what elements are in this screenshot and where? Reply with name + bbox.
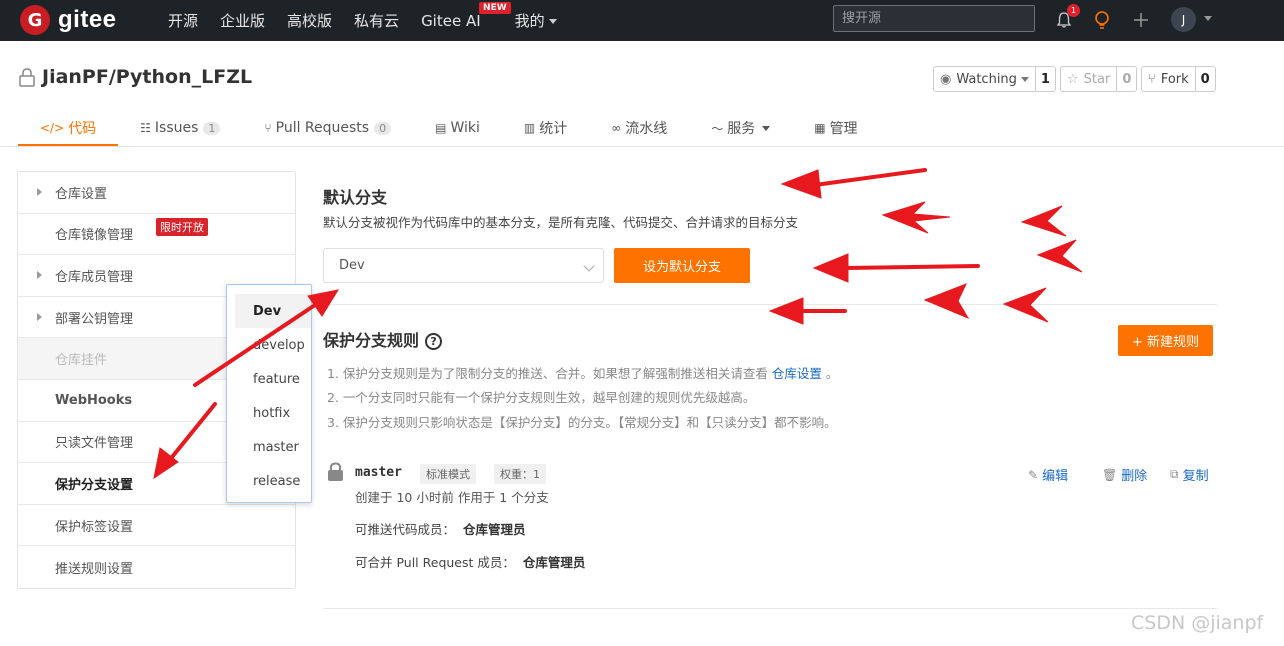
eye-icon: ◉ — [940, 71, 952, 87]
sidebar-item-protected-tags[interactable]: 保护标签设置 — [18, 505, 295, 547]
rule-merge-members: 可合并 Pull Request 成员： 仓库管理员 — [355, 555, 586, 570]
issues-count: 1 — [203, 121, 221, 135]
avatar-chevron-down-icon[interactable] — [1204, 16, 1212, 21]
logo-text: gitee — [58, 6, 117, 33]
top-navbar: G gitee 开源 企业版 高校版 私有云 Gitee AI NEW 我的 搜开… — [0, 0, 1284, 41]
rule-lock-icon — [328, 462, 343, 481]
tab-services[interactable]: 〜服务 — [689, 110, 792, 146]
watermark: CSDN @jianpf — [1131, 612, 1264, 634]
rule-branch-name[interactable]: master — [355, 465, 402, 480]
rule-weight-chip: 权重：1 — [494, 464, 546, 484]
nav-private-cloud[interactable]: 私有云 — [354, 10, 399, 31]
nav-enterprise[interactable]: 企业版 — [220, 10, 265, 31]
repo-title: JianPF/Python_LFZL — [18, 66, 252, 88]
note-1: 1. 保护分支规则是为了限制分支的推送、合并。如果想了解强制推送相关请查看 仓库… — [327, 366, 839, 381]
edit-icon: ✎ — [1028, 467, 1039, 482]
caret-right-icon — [37, 312, 42, 321]
set-default-branch-button[interactable]: 设为默认分支 — [614, 248, 750, 283]
star-button[interactable]: ☆ Star 0 — [1060, 66, 1138, 92]
tab-code[interactable]: </> 代码 — [18, 110, 119, 146]
branch-option-develop[interactable]: develop — [227, 328, 311, 362]
issues-icon: ☷ — [140, 121, 151, 135]
caret-right-icon — [37, 271, 42, 280]
branch-option-master[interactable]: master — [227, 430, 311, 464]
sidebar-item-mirror[interactable]: 仓库镜像管理 限时开放 — [18, 214, 295, 256]
nav-mine[interactable]: 我的 — [515, 10, 557, 31]
pulse-icon: 〜 — [711, 121, 724, 136]
chevron-down-icon — [762, 125, 771, 131]
repo-settings-link[interactable]: 仓库设置 — [772, 366, 822, 381]
nav-gitee-ai[interactable]: Gitee AI NEW — [421, 1, 511, 30]
note-2: 2. 一个分支同时只能有一个保护分支规则生效，越早创建的规则优先级越高。 — [327, 390, 756, 405]
edit-rule-button[interactable]: ✎ 编辑 — [1028, 465, 1068, 485]
lightbulb-icon[interactable] — [1090, 8, 1114, 32]
stats-icon: ▥ — [523, 121, 536, 135]
note-3: 3. 保护分支规则只影响状态是【保护分支】的分支。【常规分支】和【只读分支】都不… — [327, 415, 837, 430]
code-icon: </> — [40, 121, 65, 135]
avatar[interactable]: J — [1171, 7, 1196, 32]
gitee-logo[interactable]: G gitee — [20, 5, 117, 35]
protect-rules-title: 保护分支规则? — [323, 327, 443, 351]
new-rule-button[interactable]: + 新建规则 — [1118, 325, 1213, 356]
pr-count: 0 — [374, 121, 392, 135]
repo-name[interactable]: JianPF/Python_LFZL — [42, 66, 252, 88]
chevron-down-icon — [583, 260, 595, 272]
branch-option-hotfix[interactable]: hotfix — [227, 396, 311, 430]
notification-count: 1 — [1067, 4, 1080, 17]
sidebar-item-push-rules[interactable]: 推送规则设置 — [18, 546, 295, 588]
chevron-down-icon — [1020, 76, 1029, 82]
tab-pipeline[interactable]: ∞ 流水线 — [589, 110, 689, 146]
help-icon[interactable]: ? — [425, 333, 443, 350]
plus-icon[interactable] — [1129, 8, 1153, 32]
copy-rule-button[interactable]: ⧉ 复制 — [1170, 465, 1209, 484]
section-divider — [323, 304, 1217, 305]
copy-icon: ⧉ — [1170, 467, 1179, 481]
tab-issues[interactable]: ☷ Issues 1 — [118, 110, 242, 146]
lock-icon — [19, 68, 35, 87]
branch-option-dev[interactable]: Dev — [235, 294, 311, 328]
sidebar-item-repo-settings[interactable]: 仓库设置 — [18, 172, 295, 214]
wiki-icon: ▤ — [435, 121, 447, 135]
star-icon: ☆ — [1067, 71, 1079, 87]
tab-pull-requests[interactable]: ⑂ Pull Requests 0 — [242, 110, 413, 146]
bell-icon[interactable]: 1 — [1052, 4, 1080, 32]
watching-count[interactable]: 1 — [1034, 67, 1055, 91]
new-badge: NEW — [479, 1, 511, 14]
branch-option-feature[interactable]: feature — [227, 362, 311, 396]
tab-wiki[interactable]: ▤ Wiki — [413, 110, 502, 146]
nav-university[interactable]: 高校版 — [287, 10, 332, 31]
tabs-divider — [0, 146, 1284, 147]
fork-button[interactable]: ⑂ Fork 0 — [1141, 66, 1216, 92]
branch-option-release[interactable]: release — [227, 464, 311, 498]
manage-icon: ▦ — [814, 121, 826, 135]
logo-icon: G — [20, 5, 50, 35]
branch-select[interactable]: Dev — [323, 248, 604, 283]
tab-stats[interactable]: ▥ 统计 — [502, 110, 589, 146]
limited-badge: 限时开放 — [156, 217, 208, 236]
trash-icon: 🗑 — [1102, 467, 1118, 482]
nav-open-source[interactable]: 开源 — [168, 10, 198, 31]
rule-meta: 创建于 10 小时前 作用于 1 个分支 — [355, 490, 549, 505]
search-input[interactable]: 搜开源 — [833, 5, 1035, 32]
rule-mode-chip: 标准模式 — [420, 464, 476, 484]
branch-dropdown: Dev develop feature hotfix master releas… — [226, 284, 312, 503]
pull-request-icon: ⑂ — [264, 121, 272, 135]
bottom-divider — [323, 608, 1217, 609]
rule-push-members: 可推送代码成员： 仓库管理员 — [355, 522, 526, 537]
star-count[interactable]: 0 — [1116, 67, 1136, 91]
fork-icon: ⑂ — [1148, 71, 1156, 87]
default-branch-desc: 默认分支被视作为代码库中的基本分支，是所有克隆、代码提交、合并请求的目标分支 — [323, 215, 799, 230]
watching-button[interactable]: ◉ Watching 1 — [933, 66, 1056, 92]
chevron-down-icon — [548, 19, 557, 24]
repo-tabs: </> 代码 ☷ Issues 1 ⑂ Pull Requests 0 ▤ Wiki ▥ 统计… — [18, 110, 1266, 146]
delete-rule-button[interactable]: 🗑 删除 — [1102, 465, 1147, 485]
fork-count[interactable]: 0 — [1194, 67, 1215, 91]
caret-right-icon — [37, 188, 42, 196]
tab-manage[interactable]: ▦ 管理 — [792, 110, 879, 146]
default-branch-title: 默认分支 — [323, 188, 388, 207]
pipeline-icon: ∞ — [611, 121, 622, 135]
